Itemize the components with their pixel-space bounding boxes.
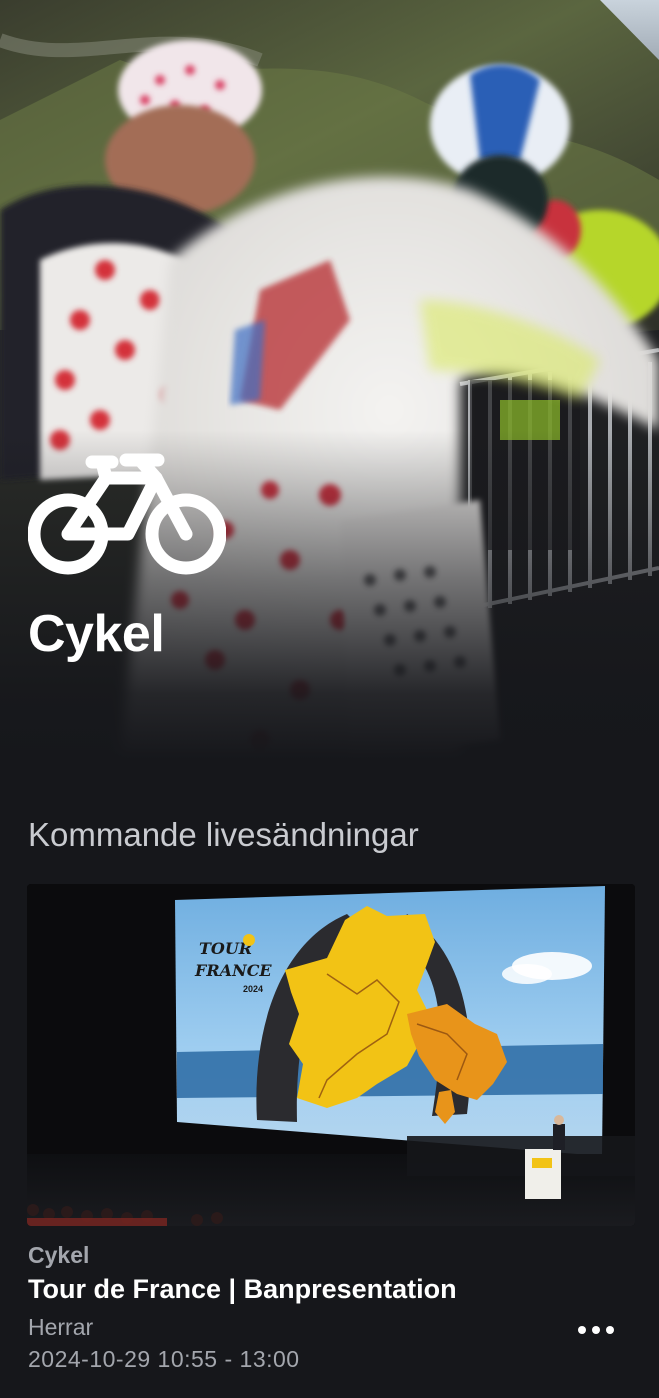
event-sport-label: Cykel — [28, 1242, 90, 1268]
section-title-upcoming-live: Kommande livesändningar — [28, 816, 419, 853]
page-title: Cykel — [28, 605, 165, 663]
more-horizontal-icon-dot — [606, 1326, 614, 1334]
bicycle-icon — [28, 453, 226, 575]
event-category: Herrar — [28, 1314, 94, 1340]
more-horizontal-icon-dot — [592, 1326, 600, 1334]
event-time: 2024-10-29 10:55 - 13:00 — [28, 1346, 300, 1372]
event-thumbnail-image: TOUR FRANCE 2024 — [27, 884, 635, 1226]
more-options-button[interactable] — [570, 1310, 622, 1350]
event-title[interactable]: Tour de France | Banpresentation — [28, 1274, 457, 1305]
svg-text:FRANCE: FRANCE — [194, 961, 272, 980]
event-thumbnail[interactable]: TOUR FRANCE 2024 — [27, 884, 635, 1226]
more-horizontal-icon — [578, 1326, 586, 1334]
svg-text:2024: 2024 — [243, 984, 263, 994]
hero-banner: Cykel — [0, 0, 659, 760]
